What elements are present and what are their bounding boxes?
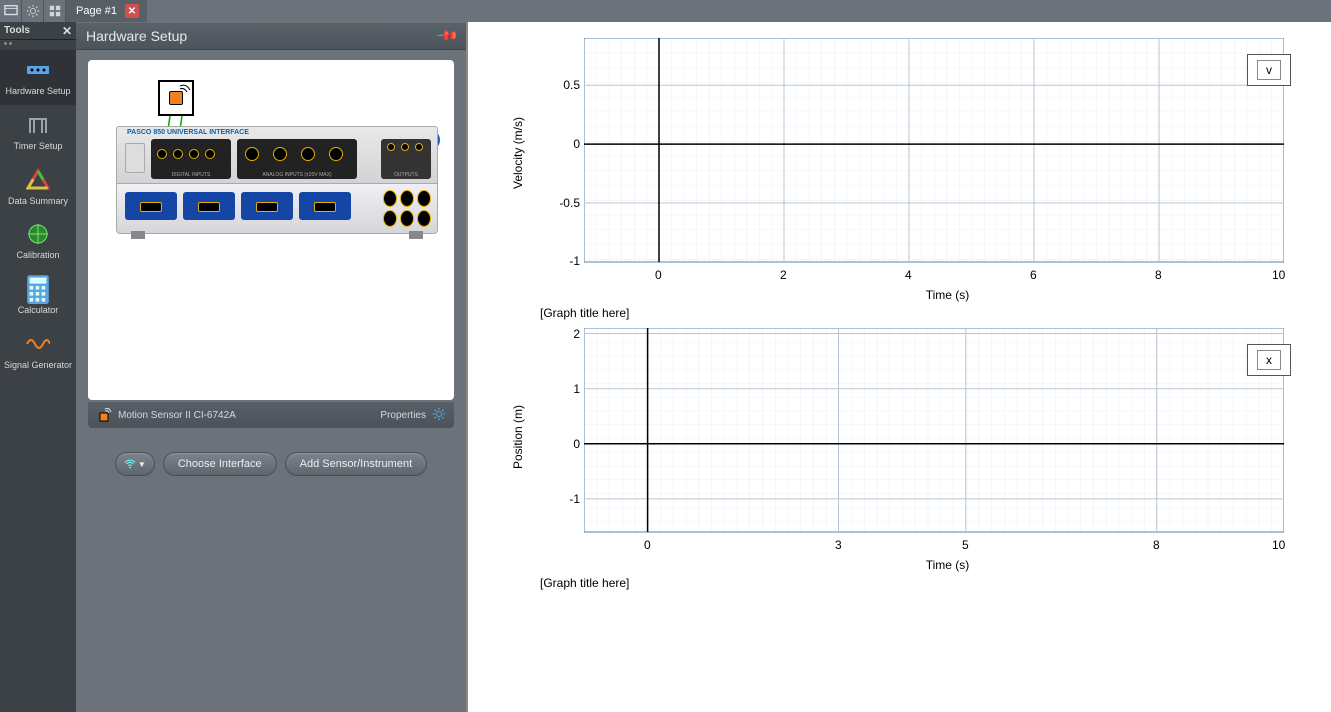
top-tab-bar: Page #1 ✕ — [0, 0, 1331, 22]
properties-link[interactable]: Properties — [380, 410, 426, 421]
hardware-setup-icon — [26, 58, 50, 82]
yaxis-label: Position (m) — [511, 449, 525, 469]
x-axis-ticks: 0 3 5 8 10 — [584, 538, 1311, 556]
grid-icon[interactable] — [44, 0, 66, 22]
sensor-status-row: Motion Sensor II CI-6742A Properties — [88, 402, 454, 428]
digital-label: DIGITAL INPUTS — [151, 172, 231, 178]
sensor-name: Motion Sensor II CI-6742A — [118, 410, 236, 421]
tool-label: Timer Setup — [14, 141, 63, 152]
tool-timer-setup[interactable]: Timer Setup — [0, 105, 76, 160]
hardware-setup-panel: Hardware Setup 📌 PASCO 850 UNIVERSA — [76, 22, 466, 712]
tool-data-summary[interactable]: Data Summary — [0, 160, 76, 215]
tool-hardware-setup[interactable]: Hardware Setup — [0, 50, 76, 105]
tools-close-icon[interactable]: ✕ — [62, 25, 72, 37]
page-tab-label: Page #1 — [76, 5, 117, 17]
chart-title-placeholder[interactable]: [Graph title here] — [540, 306, 1311, 320]
tool-calculator[interactable]: Calculator — [0, 269, 76, 324]
wireless-button[interactable]: ▼ — [115, 452, 155, 476]
chart-position[interactable]: Position (m) — [528, 328, 1311, 590]
device-logo: PASCO 850 UNIVERSAL INTERFACE — [127, 129, 249, 136]
tools-header: Tools ✕ — [0, 22, 76, 40]
output-label: OUTPUTS — [381, 172, 431, 178]
calculator-icon — [26, 277, 50, 301]
tool-label: Calculator — [18, 305, 59, 316]
tool-label: Signal Generator — [4, 360, 72, 371]
motion-sensor-icon[interactable] — [158, 80, 194, 116]
panel-header: Hardware Setup 📌 — [76, 22, 466, 50]
tool-label: Data Summary — [8, 196, 68, 207]
panel-title: Hardware Setup — [86, 28, 187, 44]
tools-header-label: Tools — [4, 25, 30, 36]
choose-interface-button[interactable]: Choose Interface — [163, 452, 277, 476]
chart-position-plot[interactable] — [584, 328, 1284, 538]
app-icon[interactable] — [0, 0, 22, 22]
chart-velocity[interactable]: Velocity (m/s) — [528, 38, 1311, 320]
signal-generator-icon — [26, 332, 50, 356]
y-axis-ticks: 0.5 0 -0.5 -1 — [540, 38, 580, 262]
interface-device[interactable]: PASCO 850 UNIVERSAL INTERFACE DIGITAL IN… — [116, 126, 438, 246]
pin-icon[interactable]: 📌 — [435, 23, 459, 47]
tool-label: Hardware Setup — [5, 86, 70, 97]
motion-sensor-mini-icon — [96, 407, 112, 423]
gear-icon[interactable] — [22, 0, 44, 22]
timer-setup-icon — [26, 113, 50, 137]
yaxis-label: Velocity (m/s) — [511, 169, 525, 189]
close-tab-icon[interactable]: ✕ — [125, 4, 139, 18]
xaxis-label: Time (s) — [584, 288, 1311, 302]
y-axis-ticks: 2 1 0 -1 — [550, 328, 580, 532]
tool-label: Calibration — [16, 250, 59, 261]
tools-sidebar: Tools ✕ Hardware Setup Timer Setup Data … — [0, 22, 76, 712]
device-canvas[interactable]: PASCO 850 UNIVERSAL INTERFACE DIGITAL IN… — [88, 60, 454, 400]
x-axis-ticks: 0 2 4 6 8 10 — [584, 268, 1311, 286]
chart-title-placeholder[interactable]: [Graph title here] — [540, 576, 1311, 590]
xaxis-label: Time (s) — [584, 558, 1311, 572]
tool-calibration[interactable]: Calibration — [0, 214, 76, 269]
chart-velocity-plot[interactable] — [584, 38, 1284, 268]
chart-legend[interactable]: x — [1247, 344, 1291, 376]
chart-legend[interactable]: v — [1247, 54, 1291, 86]
add-sensor-button[interactable]: Add Sensor/Instrument — [285, 452, 428, 476]
page-tab[interactable]: Page #1 ✕ — [66, 0, 147, 22]
graph-area: Velocity (m/s) — [466, 22, 1331, 712]
calibration-icon — [26, 222, 50, 246]
analog-label: ANALOG INPUTS (±20V MAX) — [237, 172, 357, 178]
data-summary-icon — [26, 168, 50, 192]
tool-signal-generator[interactable]: Signal Generator — [0, 324, 76, 379]
properties-gear-icon[interactable] — [432, 407, 446, 424]
